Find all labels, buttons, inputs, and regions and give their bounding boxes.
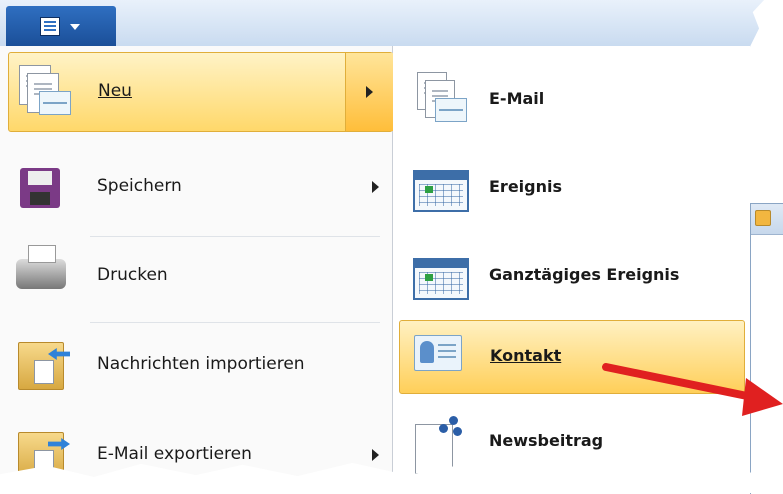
chevron-right-icon: [372, 449, 379, 461]
menu-item-label: Kontakt: [490, 346, 562, 365]
menu-item-label: E-Mail exportieren: [97, 444, 252, 464]
app-menu-button[interactable]: [6, 6, 116, 46]
menu-item-label: Newsbeitrag: [489, 431, 604, 450]
submenu-item-ereignis[interactable]: Ereignis: [399, 152, 743, 224]
menu-item-label: Ganztägiges Ereignis: [489, 265, 680, 284]
menu-separator: [90, 322, 380, 323]
menu-item-nachrichten-importieren[interactable]: Nachrichten importieren: [8, 326, 386, 404]
menu-item-speichern[interactable]: Speichern: [8, 148, 386, 226]
submenu-item-email[interactable]: E-Mail: [399, 64, 743, 136]
menu-item-label: E-Mail: [489, 89, 545, 108]
calendar-icon: [413, 170, 469, 212]
submenu-split-button[interactable]: [345, 53, 393, 131]
chevron-right-icon: [366, 86, 373, 98]
submenu-item-ganztaegiges-ereignis[interactable]: Ganztägiges Ereignis: [399, 240, 743, 312]
chevron-down-icon: [70, 24, 80, 30]
menu-item-label: Speichern: [97, 176, 182, 196]
app-menu-panel: Neu Speichern Drucken Nachrichten import…: [0, 46, 393, 493]
submenu-item-kontakt[interactable]: Kontakt: [399, 320, 745, 394]
window-titlebar: [0, 0, 783, 47]
printer-icon: [16, 245, 66, 289]
calendar-icon: [413, 258, 469, 300]
contact-card-icon: [414, 335, 462, 371]
floppy-disk-icon: [20, 168, 60, 208]
chevron-right-icon: [372, 181, 379, 193]
app-icon: [751, 204, 783, 235]
menu-item-drucken[interactable]: Drucken: [8, 237, 386, 315]
menu-item-label: Nachrichten importieren: [97, 354, 305, 374]
background-window: [750, 203, 783, 494]
menu-item-label: Ereignis: [489, 177, 563, 196]
menu-item-label: Drucken: [97, 265, 168, 285]
document-icon: [40, 17, 60, 36]
menu-item-label: Neu: [98, 81, 132, 101]
submenu-panel: E-Mail Ereignis Ganztägiges Ereignis Kon…: [393, 46, 750, 493]
menu-item-neu[interactable]: Neu: [8, 52, 393, 132]
